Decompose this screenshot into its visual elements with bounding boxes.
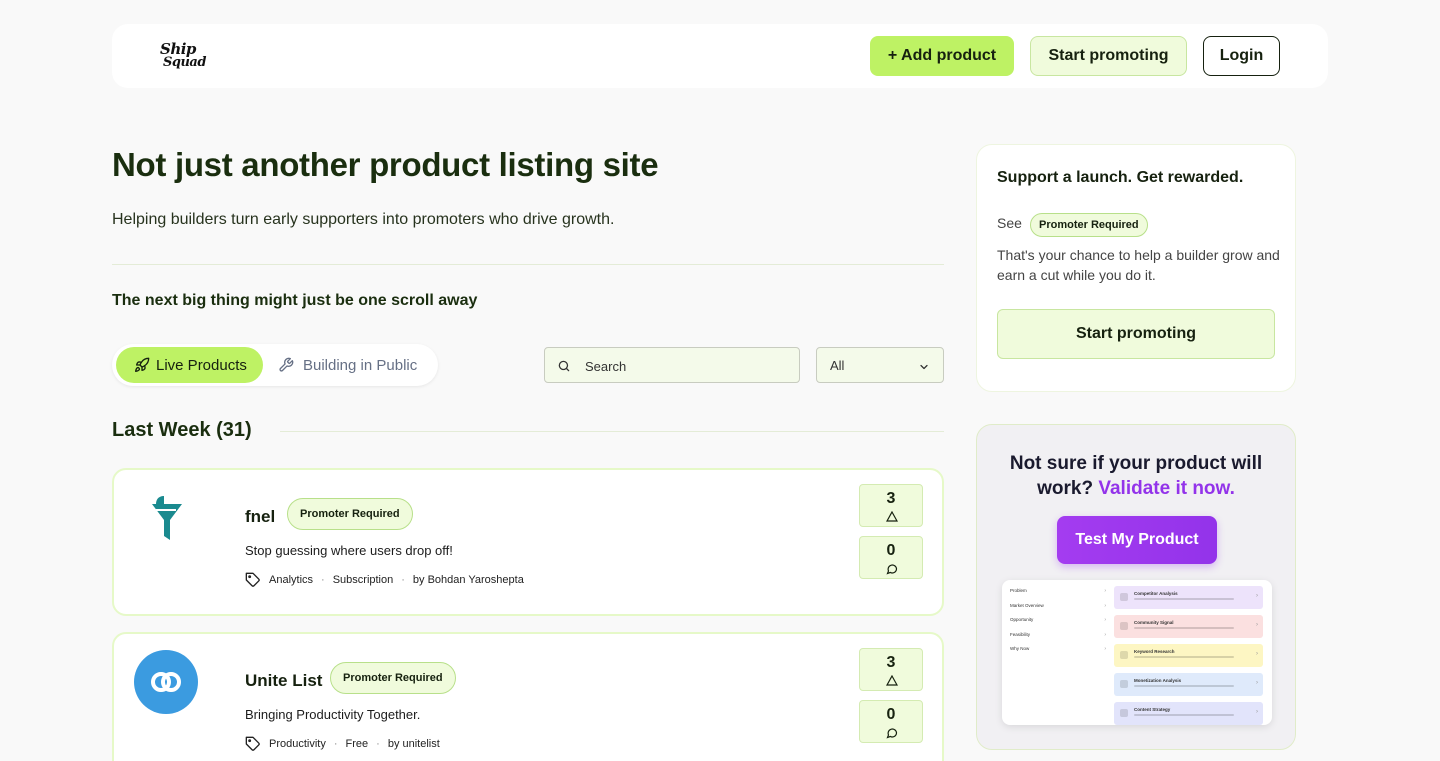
product-card-fnel[interactable]: fnel Promoter Required Stop guessing whe… bbox=[112, 468, 944, 616]
support-launch-panel: Support a launch. Get rewarded. See Prom… bbox=[976, 144, 1296, 392]
wrench-icon bbox=[279, 357, 294, 372]
funnel-logo-icon bbox=[152, 496, 182, 540]
product-tabs: Live Products Building in Public bbox=[112, 344, 438, 386]
product-logo-fnel bbox=[134, 486, 198, 550]
promoter-required-badge: Promoter Required bbox=[1030, 213, 1148, 237]
rocket-icon bbox=[135, 357, 150, 372]
product-author[interactable]: by unitelist bbox=[388, 738, 440, 750]
triangle-up-icon bbox=[886, 511, 898, 522]
comments-button[interactable]: 0 bbox=[859, 700, 923, 743]
search-box bbox=[544, 347, 800, 383]
product-logo-unite-list bbox=[134, 650, 198, 714]
preview-card: Keyword Research › bbox=[1114, 644, 1263, 667]
support-panel-text: That's your chance to help a builder gro… bbox=[997, 247, 1280, 283]
page-subtitle: Helping builders turn early supporters i… bbox=[112, 211, 615, 228]
product-tags: Productivity · Free · by unitelist bbox=[245, 736, 440, 752]
start-promoting-header-button[interactable]: Start promoting bbox=[1030, 36, 1187, 76]
tag-free[interactable]: Free bbox=[346, 738, 369, 750]
tag-separator: · bbox=[321, 574, 325, 586]
comments-button[interactable]: 0 bbox=[859, 536, 923, 579]
promoter-required-badge: Promoter Required bbox=[330, 662, 456, 694]
section-divider bbox=[280, 431, 944, 432]
tag-subscription[interactable]: Subscription bbox=[333, 574, 394, 586]
validate-panel-title: Not sure if your product will work? Vali… bbox=[977, 451, 1295, 501]
tab-live-label: Live Products bbox=[156, 356, 247, 374]
comment-count: 0 bbox=[886, 706, 896, 723]
tab-live-products[interactable]: Live Products bbox=[116, 347, 263, 383]
preview-card: Competitor Analysis › bbox=[1114, 586, 1263, 609]
upvote-count: 3 bbox=[886, 490, 896, 507]
preview-row: Opportunity bbox=[1010, 617, 1106, 632]
rings-logo-icon bbox=[134, 650, 198, 714]
tag-productivity[interactable]: Productivity bbox=[269, 738, 326, 750]
test-my-product-button[interactable]: Test My Product bbox=[1057, 516, 1217, 564]
product-description: Bringing Productivity Together. bbox=[245, 707, 421, 722]
triangle-up-icon bbox=[886, 675, 898, 686]
page-title: Not just another product listing site bbox=[112, 146, 659, 183]
comment-count: 0 bbox=[886, 542, 896, 559]
upvote-count: 3 bbox=[886, 654, 896, 671]
tag-analytics[interactable]: Analytics bbox=[269, 574, 313, 586]
preview-row: Feasibility bbox=[1010, 632, 1106, 647]
add-product-button[interactable]: + Add product bbox=[870, 36, 1014, 76]
upvote-button[interactable]: 3 bbox=[859, 648, 923, 691]
support-panel-see: See bbox=[997, 215, 1022, 231]
validate-accent: Validate it now. bbox=[1098, 478, 1235, 499]
product-description: Stop guessing where users drop off! bbox=[245, 543, 453, 558]
top-header: Ship Squad + Add product Start promoting… bbox=[112, 24, 1328, 88]
preview-row: Why Now bbox=[1010, 646, 1106, 661]
product-author[interactable]: by Bohdan Yaroshepta bbox=[413, 574, 524, 586]
promoter-required-badge: Promoter Required bbox=[287, 498, 413, 530]
tag-separator: · bbox=[333, 738, 338, 750]
start-promoting-button[interactable]: Start promoting bbox=[997, 309, 1275, 359]
filter-selected-value: All bbox=[830, 358, 845, 373]
validate-title-line2: work? bbox=[1037, 478, 1094, 499]
section-title-last-week: Last Week (31) bbox=[112, 419, 252, 441]
category-filter-select[interactable]: All bbox=[816, 347, 944, 383]
shipsquad-logo[interactable]: Ship Squad bbox=[160, 40, 210, 74]
preview-row: Problem bbox=[1010, 588, 1106, 603]
tab-building-in-public[interactable]: Building in Public bbox=[272, 347, 434, 383]
product-name[interactable]: Unite List bbox=[245, 671, 322, 691]
validate-title-line1: Not sure if your product will bbox=[1009, 453, 1263, 474]
preview-sidebar: Problem Market Overview Opportunity Feas… bbox=[1010, 588, 1106, 661]
search-input[interactable] bbox=[585, 356, 785, 376]
divider bbox=[112, 264, 944, 265]
comment-icon bbox=[886, 564, 898, 575]
tag-icon bbox=[245, 736, 260, 751]
preview-row: Market Overview bbox=[1010, 603, 1106, 618]
tagline: The next big thing might just be one scr… bbox=[112, 292, 478, 309]
product-name[interactable]: fnel bbox=[245, 507, 275, 527]
chevron-down-icon bbox=[920, 364, 928, 370]
report-preview-image: Problem Market Overview Opportunity Feas… bbox=[1002, 580, 1272, 725]
tab-build-label: Building in Public bbox=[303, 356, 418, 374]
support-panel-title: Support a launch. Get rewarded. bbox=[997, 169, 1244, 186]
product-tags: Analytics · Subscription · by Bohdan Yar… bbox=[245, 572, 524, 588]
tag-separator: · bbox=[376, 738, 380, 750]
search-icon bbox=[558, 360, 570, 372]
login-button[interactable]: Login bbox=[1203, 36, 1280, 76]
product-card-unite-list[interactable]: Unite List Promoter Required Bringing Pr… bbox=[112, 632, 944, 761]
comment-icon bbox=[886, 728, 898, 739]
tag-icon bbox=[245, 572, 260, 587]
upvote-button[interactable]: 3 bbox=[859, 484, 923, 527]
preview-card: Community Signal › bbox=[1114, 615, 1263, 638]
preview-cards: Competitor Analysis › Community Signal › K… bbox=[1114, 586, 1263, 725]
validate-product-panel: Not sure if your product will work? Vali… bbox=[976, 424, 1296, 750]
preview-card: Monetization Analysis › bbox=[1114, 673, 1263, 696]
preview-card: Content Strategy › bbox=[1114, 702, 1263, 725]
tag-separator: · bbox=[401, 574, 405, 586]
logo-text-bottom: Squad bbox=[163, 55, 206, 70]
